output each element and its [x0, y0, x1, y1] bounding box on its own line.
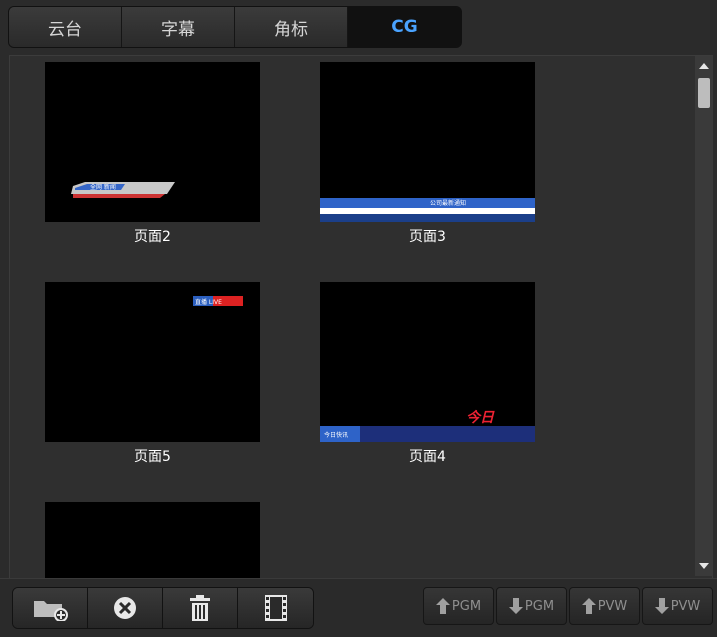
scroll-up-icon[interactable] [696, 58, 712, 74]
delete-button[interactable] [163, 588, 238, 628]
page-actions [12, 587, 314, 629]
overlay-text: 今日快讯 [324, 431, 348, 439]
overlay-text: 全网 新闻 [90, 183, 116, 191]
remove-button[interactable] [88, 588, 163, 628]
add-folder-button[interactable] [13, 588, 88, 628]
cg-page-grid: 全网 新闻 页面2 公司最新通知 页面3 直播 LIVE 页面5 今日 今日快讯… [9, 55, 713, 580]
film-icon [264, 595, 287, 621]
pgm-up-label: PGM [451, 598, 482, 614]
pvw-down-label: PVW [670, 598, 701, 614]
page-label: 页面2 [134, 229, 171, 245]
page-label: 页面5 [134, 449, 171, 465]
tab-subtitle[interactable]: 字幕 [122, 7, 235, 47]
tab-bar: 云台 字幕 角标 CG [8, 6, 462, 48]
vertical-scrollbar[interactable] [695, 56, 713, 576]
overlay-text: 直播 LIVE [195, 298, 222, 306]
page-label: 页面4 [409, 449, 446, 465]
page-preview: 公司最新通知 [320, 198, 535, 222]
page-thumbnail[interactable] [45, 502, 260, 580]
overlay-text: 公司最新通知 [430, 199, 466, 207]
arrow-down-icon [654, 598, 669, 614]
scroll-down-icon[interactable] [696, 558, 712, 574]
arrow-down-icon [508, 598, 523, 614]
svg-text:今日: 今日 [466, 409, 495, 426]
pvw-up-label: PVW [597, 598, 628, 614]
page-label: 页面3 [409, 229, 446, 245]
pvw-down-button[interactable]: PVW [642, 587, 713, 625]
trash-icon [190, 595, 210, 621]
arrow-up-icon [581, 598, 596, 614]
tab-cg[interactable]: CG [348, 7, 461, 47]
pgm-up-button[interactable]: PGM [423, 587, 494, 625]
page-thumbnail[interactable]: 公司最新通知 [320, 62, 535, 222]
output-controls: PGM PGM PVW PVW [423, 587, 713, 627]
close-circle-icon [114, 597, 136, 619]
pgm-down-label: PGM [524, 598, 555, 614]
page-preview: 全网 新闻 [71, 182, 175, 198]
page-preview: 直播 LIVE [193, 296, 243, 306]
tab-corner-logo[interactable]: 角标 [235, 7, 348, 47]
film-button[interactable] [238, 588, 313, 628]
pvw-up-button[interactable]: PVW [569, 587, 640, 625]
tab-ptz[interactable]: 云台 [9, 7, 122, 47]
page-thumbnail[interactable]: 直播 LIVE [45, 282, 260, 442]
page-preview: 今日 今日快讯 [320, 406, 535, 442]
scroll-thumb[interactable] [698, 78, 710, 108]
arrow-up-icon [435, 598, 450, 614]
folder-add-icon [34, 601, 68, 621]
bottom-toolbar: PGM PGM PVW PVW [0, 578, 717, 637]
page-thumbnail[interactable]: 全网 新闻 [45, 62, 260, 222]
page-thumbnail[interactable]: 今日 今日快讯 [320, 282, 535, 442]
pgm-down-button[interactable]: PGM [496, 587, 567, 625]
